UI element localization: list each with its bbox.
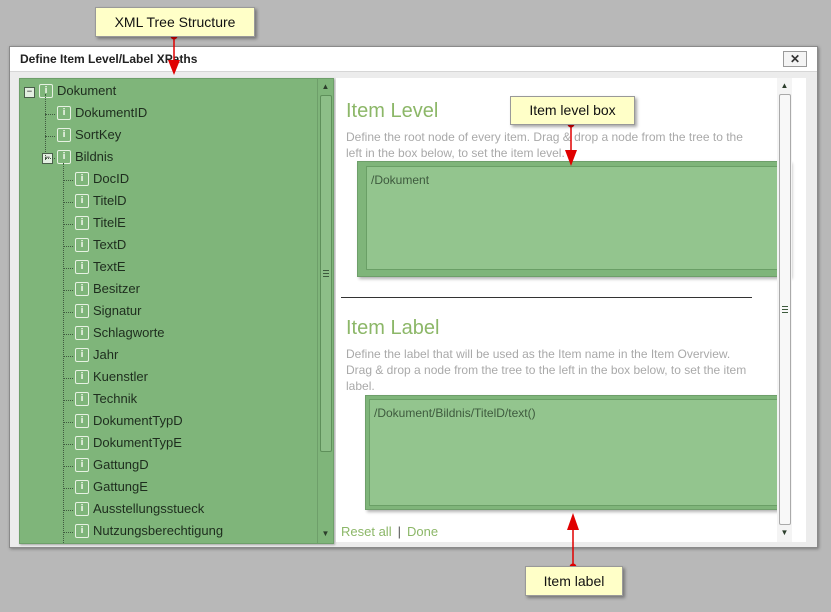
annotation-arrows [168,32,579,571]
callout-item-level-box: Item level box [510,96,635,125]
callout-xml-tree: XML Tree Structure [95,7,255,37]
callout-item-label: Item label [525,566,623,596]
